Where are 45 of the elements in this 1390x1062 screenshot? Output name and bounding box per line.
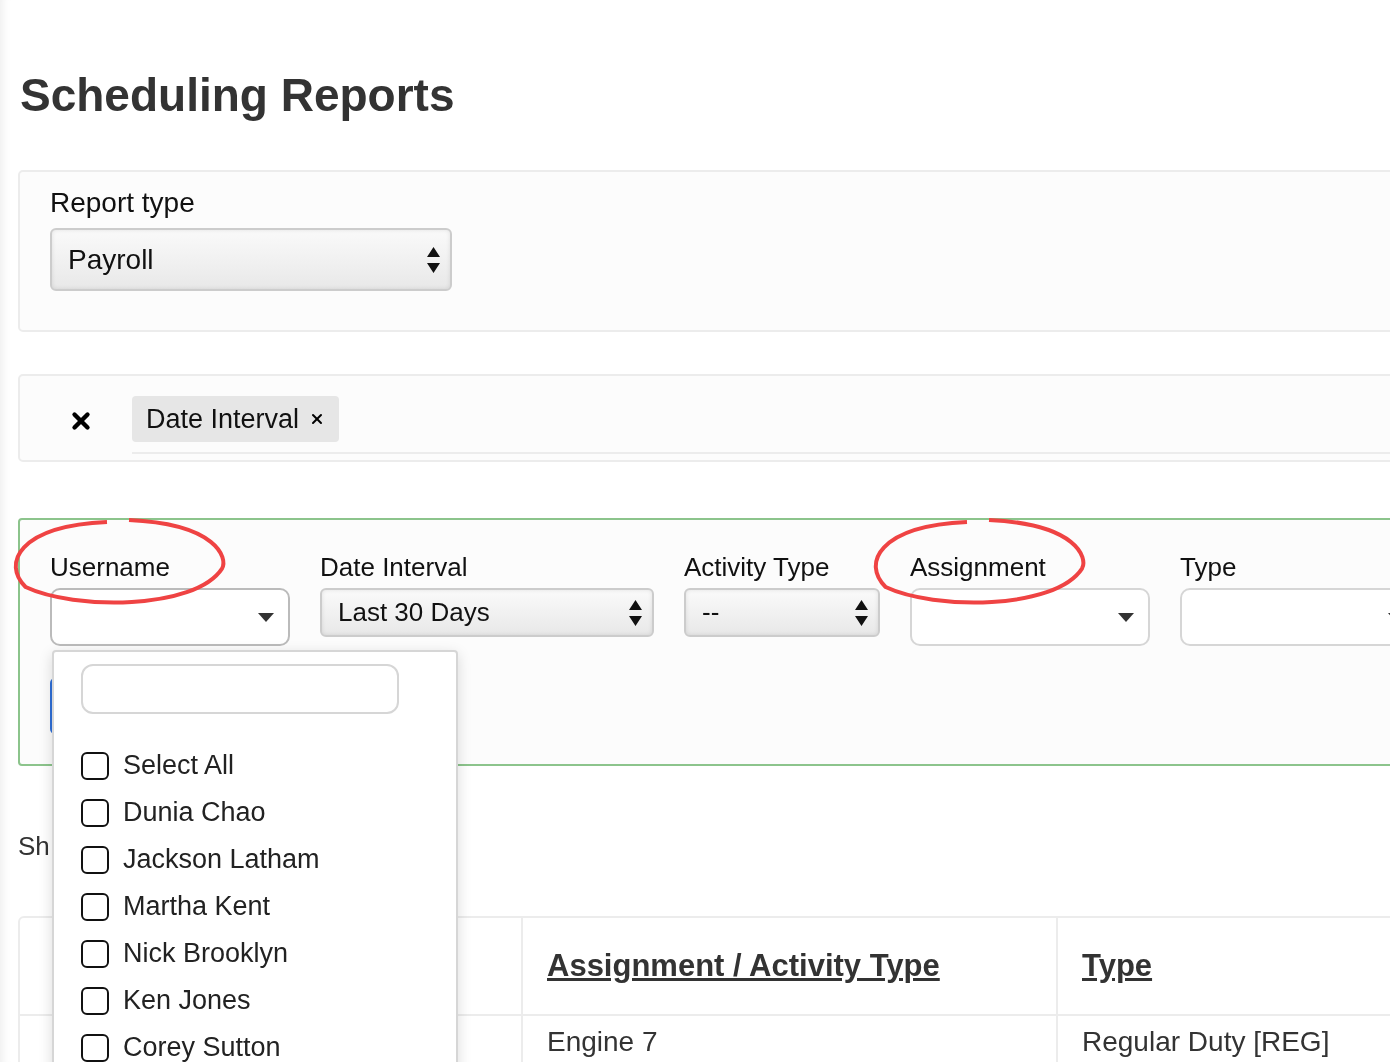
checkbox[interactable] <box>81 892 109 921</box>
column-header-link[interactable]: Assignment / Activity Type <box>547 950 940 982</box>
option-item[interactable]: Ken Jones <box>81 977 456 1024</box>
caret-icon <box>258 612 274 622</box>
report-type-label: Report type <box>50 186 196 220</box>
option-item[interactable]: Select All <box>81 742 456 789</box>
option-item[interactable]: Martha Kent <box>81 883 456 930</box>
option-label: Dunia Chao <box>123 797 266 828</box>
option-label: Select All <box>123 750 235 781</box>
checkbox[interactable] <box>81 939 109 968</box>
table-cell: Engine 7 <box>547 1026 658 1058</box>
page-title: Scheduling Reports <box>20 68 456 123</box>
checkbox[interactable] <box>81 986 109 1015</box>
option-item[interactable]: Corey Sutton <box>81 1024 456 1062</box>
checkbox[interactable] <box>81 1033 109 1062</box>
option-item[interactable]: Jackson Latham <box>81 836 456 883</box>
option-label: Martha Kent <box>123 891 271 922</box>
filter-multiselect[interactable] <box>910 588 1150 646</box>
checkbox[interactable] <box>81 798 109 827</box>
filter-select[interactable]: -- <box>684 588 880 637</box>
column-header-link[interactable]: Type <box>1082 950 1153 982</box>
option-item[interactable]: Nick Brooklyn <box>81 930 456 977</box>
summary-text: Sh <box>18 830 50 863</box>
filter-label: Type <box>1180 551 1238 584</box>
table-cell: Regular Duty [REG] <box>1082 1026 1330 1058</box>
option-item[interactable]: Dunia Chao <box>81 789 456 836</box>
up-down-icon <box>855 599 868 626</box>
filter-chip[interactable]: Date Interval <box>132 396 340 442</box>
filter-label: Username <box>50 551 171 584</box>
search-field[interactable] <box>81 664 399 714</box>
checkbox[interactable] <box>81 845 109 874</box>
option-label: Nick Brooklyn <box>123 938 289 969</box>
filter-label: Assignment <box>910 551 1047 584</box>
up-down-icon <box>629 599 642 626</box>
filter-multiselect[interactable] <box>50 588 290 646</box>
option-label: Jackson Latham <box>123 844 320 875</box>
option-label: Corey Sutton <box>123 1032 281 1062</box>
filter-select[interactable]: Last 30 Days <box>320 588 654 637</box>
option-label: Ken Jones <box>123 985 251 1016</box>
checkbox[interactable] <box>81 751 109 780</box>
filter-label: Activity Type <box>684 551 831 584</box>
caret-icon <box>1118 612 1134 622</box>
up-down-icon <box>427 246 440 273</box>
filter-label: Date Interval <box>320 551 469 584</box>
report-type-select[interactable]: Payroll <box>50 228 452 291</box>
